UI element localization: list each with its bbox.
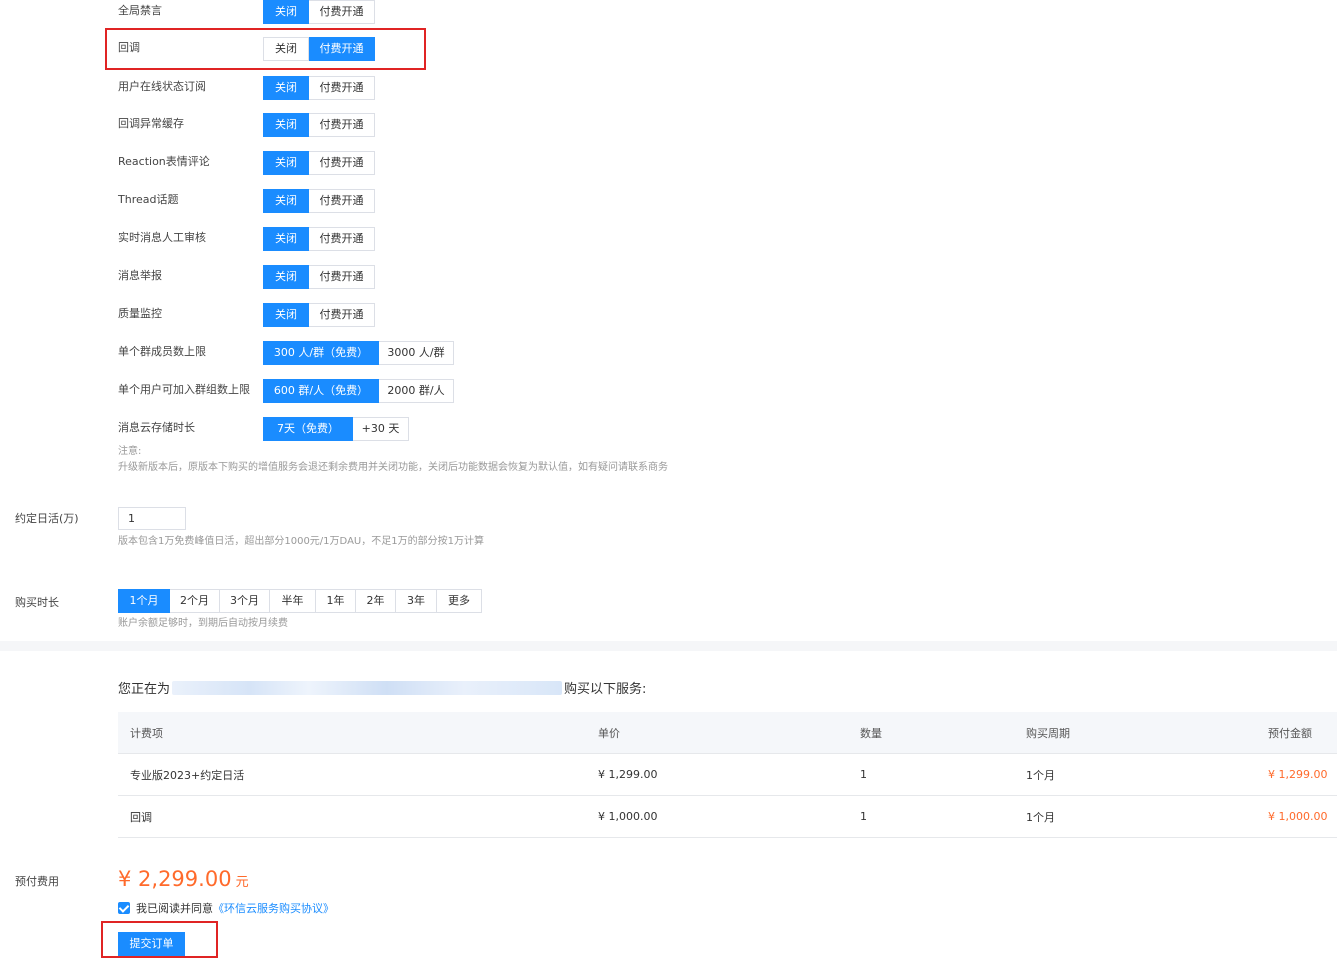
period-cell: 1个月: [1026, 810, 1055, 824]
feature-label: 消息举报: [118, 269, 162, 282]
feature-label: 回调异常缓存: [118, 117, 184, 130]
feature-label: Thread话题: [118, 193, 179, 206]
billing-item-cell: 回调: [130, 810, 152, 824]
agreement-text: 我已阅读并同意: [136, 902, 213, 915]
unit-price-cell: ¥ 1,000.00: [598, 810, 658, 823]
feature-label: Reaction表情评论: [118, 155, 210, 168]
note-body: 升级新版本后，原版本下购买的增值服务会退还剩余费用并关闭功能，关闭后功能数据会恢…: [118, 462, 668, 473]
paid-enable-button[interactable]: 付费开通: [309, 303, 375, 327]
duration-option[interactable]: 更多: [437, 589, 482, 613]
toggle-group: 关闭 付费开通: [263, 303, 375, 327]
purchase-summary: 您正在为 购买以下服务:: [118, 678, 646, 697]
paid-enable-button[interactable]: 付费开通: [309, 151, 375, 175]
header-cell: 购买周期: [1026, 726, 1070, 740]
prepay-total: ¥ 2,299.00 元: [118, 867, 249, 891]
off-button[interactable]: 关闭: [263, 265, 309, 289]
total-unit: 元: [235, 875, 249, 890]
summary-prefix: 您正在为: [118, 682, 171, 697]
paid-enable-button[interactable]: 付费开通: [309, 0, 375, 24]
quantity-cell: 1: [860, 768, 867, 781]
free-option-button[interactable]: 7天（免费）: [263, 417, 353, 441]
off-button[interactable]: 关闭: [263, 303, 309, 327]
feature-label: 质量监控: [118, 307, 162, 320]
table-row: 回调 ¥ 1,000.00 1 1个月 ¥ 1,000.00: [118, 796, 1337, 838]
duration-option[interactable]: 1个月: [118, 589, 170, 613]
total-amount: ¥ 2,299.00: [118, 867, 232, 891]
duration-option[interactable]: 半年: [270, 589, 316, 613]
toggle-group: 关闭 付费开通: [263, 37, 375, 61]
upgrade-option-button[interactable]: 3000 人/群: [379, 341, 454, 365]
prepay-label: 预付费用: [15, 875, 59, 888]
unit-price-cell: ¥ 1,299.00: [598, 768, 658, 781]
off-button[interactable]: 关闭: [263, 227, 309, 251]
note-title: 注意:: [118, 446, 142, 457]
upgrade-option-button[interactable]: 2000 群/人: [379, 379, 454, 403]
toggle-group: 关闭 付费开通: [263, 189, 375, 213]
option-group: 300 人/群（免费） 3000 人/群: [263, 341, 454, 365]
paid-enable-button[interactable]: 付费开通: [309, 265, 375, 289]
header-cell: 预付金额: [1268, 726, 1312, 740]
header-cell: 单价: [598, 726, 620, 740]
summary-suffix: 购买以下服务:: [564, 682, 647, 697]
period-cell: 1个月: [1026, 768, 1055, 782]
toggle-group: 关闭 付费开通: [263, 0, 375, 24]
off-button[interactable]: 关闭: [263, 0, 309, 24]
agreement-row: 我已阅读并同意 《环信云服务购买协议》: [118, 900, 334, 916]
paid-enable-button[interactable]: 付费开通: [309, 76, 375, 100]
table-header: 计费项 单价 数量 购买周期 预付金额: [118, 712, 1337, 754]
limit-label: 消息云存储时长: [118, 421, 195, 434]
toggle-group: 关闭 付费开通: [263, 265, 375, 289]
duration-option[interactable]: 2年: [356, 589, 396, 613]
free-option-button[interactable]: 600 群/人（免费）: [263, 379, 379, 403]
redacted-app-name: [172, 680, 563, 695]
table-row: 专业版2023+约定日活 ¥ 1,299.00 1 1个月 ¥ 1,299.00: [118, 754, 1337, 796]
option-group: 7天（免费） +30 天: [263, 417, 409, 441]
feature-label: 实时消息人工审核: [118, 231, 206, 244]
duration-options: 1个月 2个月 3个月 半年 1年 2年 3年 更多: [118, 589, 482, 613]
dau-label: 约定日活(万): [15, 512, 79, 525]
duration-option[interactable]: 2个月: [170, 589, 220, 613]
free-option-button[interactable]: 300 人/群（免费）: [263, 341, 379, 365]
toggle-group: 关闭 付费开通: [263, 76, 375, 100]
duration-label: 购买时长: [15, 596, 59, 609]
dau-hint: 版本包含1万免费峰值日活，超出部分1000元/1万DAU，不足1万的部分按1万计…: [118, 536, 484, 547]
feature-label: 用户在线状态订阅: [118, 80, 206, 93]
limit-label: 单个用户可加入群组数上限: [118, 383, 250, 396]
duration-option[interactable]: 3年: [396, 589, 437, 613]
billing-item-cell: 专业版2023+约定日活: [130, 768, 245, 782]
paid-enable-button[interactable]: 付费开通: [309, 189, 375, 213]
off-button[interactable]: 关闭: [263, 189, 309, 213]
off-button[interactable]: 关闭: [263, 151, 309, 175]
off-button[interactable]: 关闭: [263, 37, 309, 61]
duration-option[interactable]: 1年: [316, 589, 356, 613]
feature-label: 回调: [118, 41, 140, 54]
header-cell: 计费项: [130, 726, 163, 740]
agree-checkbox[interactable]: [118, 902, 130, 914]
option-group: 600 群/人（免费） 2000 群/人: [263, 379, 454, 403]
prepay-amount-cell: ¥ 1,299.00: [1268, 768, 1328, 781]
duration-hint: 账户余额足够时，到期后自动按月续费: [118, 618, 288, 629]
prepay-amount-cell: ¥ 1,000.00: [1268, 810, 1328, 823]
off-button[interactable]: 关闭: [263, 113, 309, 137]
off-button[interactable]: 关闭: [263, 76, 309, 100]
dau-input[interactable]: [118, 507, 186, 530]
toggle-group: 关闭 付费开通: [263, 227, 375, 251]
limit-label: 单个群成员数上限: [118, 345, 206, 358]
quantity-cell: 1: [860, 810, 867, 823]
upgrade-option-button[interactable]: +30 天: [353, 417, 409, 441]
duration-option[interactable]: 3个月: [220, 589, 270, 613]
feature-label: 全局禁言: [118, 4, 162, 17]
paid-enable-button[interactable]: 付费开通: [309, 113, 375, 137]
submit-order-button[interactable]: 提交订单: [118, 932, 185, 956]
toggle-group: 关闭 付费开通: [263, 151, 375, 175]
section-divider: [0, 641, 1337, 651]
header-cell: 数量: [860, 726, 882, 740]
paid-enable-button[interactable]: 付费开通: [309, 37, 375, 61]
billing-table: 计费项 单价 数量 购买周期 预付金额 专业版2023+约定日活 ¥ 1,299…: [118, 712, 1337, 838]
agreement-link[interactable]: 《环信云服务购买协议》: [213, 900, 334, 916]
paid-enable-button[interactable]: 付费开通: [309, 227, 375, 251]
toggle-group: 关闭 付费开通: [263, 113, 375, 137]
